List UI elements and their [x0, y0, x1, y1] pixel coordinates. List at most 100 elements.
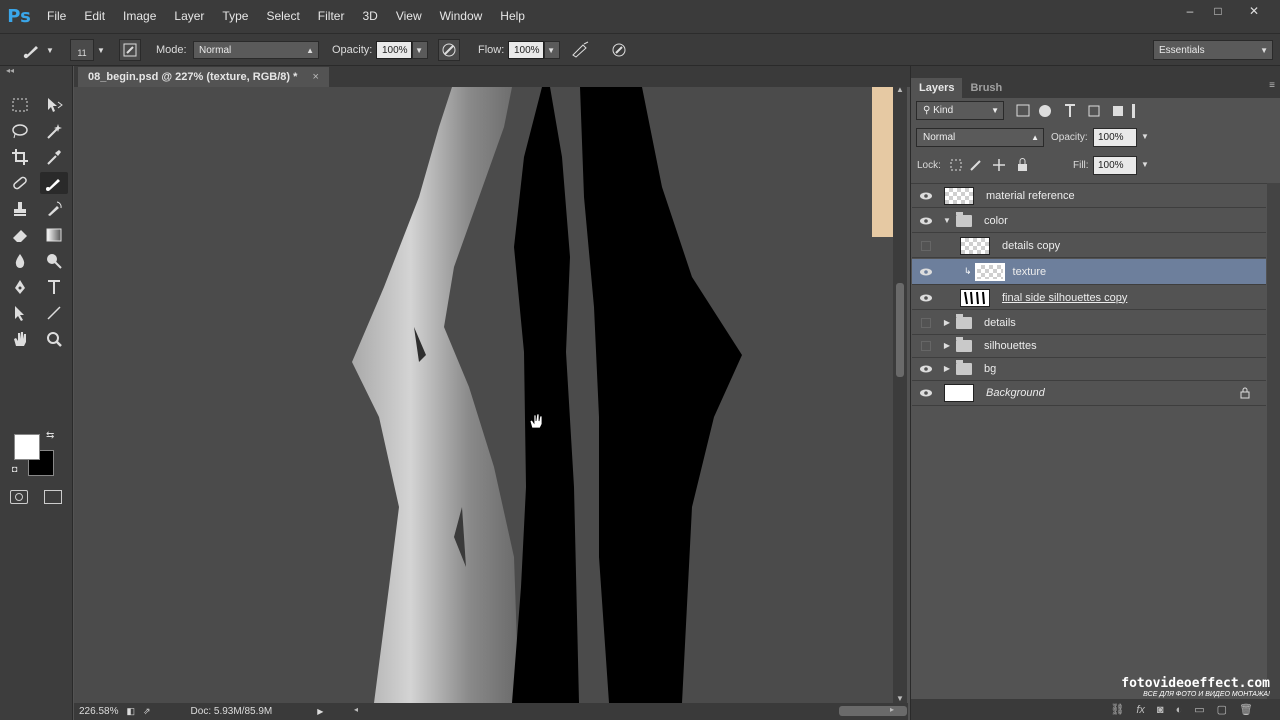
fill-input[interactable]: 100% [1093, 156, 1137, 175]
tool-preset-picker[interactable]: ▼ [22, 34, 54, 66]
flow-slider-toggle[interactable]: ▼ [544, 41, 560, 59]
group-expanded-icon[interactable]: ▼ [940, 216, 954, 225]
zoom-tool[interactable] [40, 328, 68, 350]
history-brush-tool[interactable] [40, 198, 68, 220]
menu-layer[interactable]: Layer [165, 0, 213, 33]
scroll-down-icon[interactable]: ▼ [896, 694, 904, 703]
quick-selection-tool[interactable] [40, 120, 68, 142]
layer-filter-dropdown[interactable]: ⚲ Kind ▼ [916, 101, 1004, 120]
horizontal-scroll-thumb[interactable] [839, 706, 907, 716]
visibility-toggle[interactable] [912, 364, 940, 374]
link-layers-icon[interactable]: ⛓ [1110, 703, 1124, 716]
menu-edit[interactable]: Edit [75, 0, 114, 33]
layer-row-texture[interactable]: ↳ texture [912, 259, 1266, 285]
path-selection-tool[interactable] [6, 302, 34, 324]
layer-row-material-reference[interactable]: material reference [912, 184, 1266, 208]
gradient-tool[interactable] [40, 224, 68, 246]
menu-help[interactable]: Help [491, 0, 534, 33]
layer-row-details[interactable]: ▶ details [912, 311, 1266, 335]
scroll-up-icon[interactable]: ▲ [896, 85, 904, 94]
crop-tool[interactable] [6, 146, 34, 168]
horizontal-scrollbar[interactable]: ◂ ▸ [354, 703, 907, 720]
eyedropper-tool[interactable] [40, 146, 68, 168]
chevron-down-icon[interactable]: ▼ [1141, 160, 1149, 169]
flow-input[interactable]: 100% [508, 41, 544, 59]
blend-mode-dropdown[interactable]: Normal ▲ [916, 128, 1044, 147]
collapse-icon[interactable]: ◂◂ [0, 66, 72, 76]
menu-file[interactable]: File [38, 0, 75, 33]
layer-row-final-side-silhouettes-copy[interactable]: final side silhouettes copy [912, 286, 1266, 310]
new-group-icon[interactable]: ▭ [1194, 703, 1204, 716]
quick-mask-icon[interactable] [10, 490, 28, 504]
pressure-size-toggle[interactable] [608, 39, 630, 61]
minimize-button[interactable]: – [1176, 0, 1204, 22]
group-collapsed-icon[interactable]: ▶ [940, 318, 954, 327]
marquee-tool[interactable] [6, 94, 34, 116]
mode-dropdown[interactable]: Normal ▲ [193, 41, 319, 59]
brush-size-picker[interactable]: 11 ▼ [70, 34, 105, 66]
layer-opacity-input[interactable]: 100% [1093, 128, 1137, 147]
visibility-toggle[interactable] [912, 317, 940, 328]
menu-type[interactable]: Type [213, 0, 257, 33]
swap-colors-icon[interactable]: ⇆ [46, 430, 54, 441]
menu-filter[interactable]: Filter [309, 0, 354, 33]
clone-stamp-tool[interactable] [6, 198, 34, 220]
status-options-icon[interactable]: ◧ [126, 706, 135, 717]
menu-select[interactable]: Select [257, 0, 308, 33]
move-tool[interactable] [40, 94, 68, 116]
group-collapsed-icon[interactable]: ▶ [940, 364, 954, 373]
menu-window[interactable]: Window [431, 0, 492, 33]
layer-row-bg[interactable]: ▶ bg [912, 357, 1266, 381]
document-tab[interactable]: 08_begin.psd @ 227% (texture, RGB/8) * × [78, 67, 329, 87]
healing-brush-tool[interactable] [6, 172, 34, 194]
chevron-down-icon[interactable]: ▼ [1141, 132, 1149, 141]
visibility-toggle[interactable] [912, 267, 940, 277]
scroll-right-icon[interactable]: ▸ [890, 705, 894, 714]
scroll-left-icon[interactable]: ◂ [354, 705, 358, 714]
type-tool[interactable] [40, 276, 68, 298]
maximize-button[interactable]: □ [1204, 0, 1232, 22]
status-menu-arrow-icon[interactable]: ▶ [317, 707, 323, 716]
menu-image[interactable]: Image [114, 0, 165, 33]
layers-scrollbar[interactable] [1267, 183, 1280, 699]
vertical-scroll-thumb[interactable] [896, 283, 904, 377]
line-tool[interactable] [40, 302, 68, 324]
eraser-tool[interactable] [6, 224, 34, 246]
visibility-toggle[interactable] [912, 388, 940, 398]
screen-mode-icon[interactable] [44, 490, 62, 504]
dodge-tool[interactable] [40, 250, 68, 272]
airbrush-icon[interactable] [570, 41, 590, 59]
vertical-scrollbar[interactable]: ▲ ▼ [893, 85, 907, 703]
delete-layer-icon[interactable]: 🗑 [1239, 703, 1253, 716]
adjustment-layer-icon[interactable]: ◐ [1176, 704, 1183, 716]
visibility-toggle[interactable] [912, 240, 940, 251]
lasso-tool[interactable] [6, 120, 34, 142]
visibility-toggle[interactable] [912, 191, 940, 201]
share-icon[interactable]: ⇗ [143, 706, 151, 717]
foreground-color-swatch[interactable] [14, 434, 40, 460]
pressure-opacity-toggle[interactable] [438, 39, 460, 61]
default-colors-icon[interactable]: ◘ [12, 464, 17, 474]
document-canvas[interactable] [74, 87, 893, 703]
layer-row-details-copy[interactable]: details copy [912, 234, 1266, 258]
workspace-switcher[interactable]: Essentials ▼ [1153, 40, 1273, 60]
new-layer-icon[interactable]: ▢ [1217, 703, 1227, 716]
panel-menu-icon[interactable]: ≡ [1269, 80, 1275, 91]
layer-row-color[interactable]: ▼ color [912, 209, 1266, 233]
brush-panel-toggle[interactable] [119, 39, 141, 61]
layer-row-silhouettes[interactable]: ▶ silhouettes [912, 334, 1266, 358]
add-mask-icon[interactable]: ◙ [1157, 704, 1164, 716]
visibility-toggle[interactable] [912, 340, 940, 351]
blur-tool[interactable] [6, 250, 34, 272]
opacity-input[interactable]: 100% [376, 41, 412, 59]
tab-layers[interactable]: Layers [911, 78, 963, 98]
pen-tool[interactable] [6, 276, 34, 298]
visibility-toggle[interactable] [912, 293, 940, 303]
close-window-button[interactable]: ✕ [1240, 0, 1268, 22]
opacity-slider-toggle[interactable]: ▼ [412, 41, 428, 59]
visibility-toggle[interactable] [912, 216, 940, 226]
lock-icons[interactable] [949, 158, 1029, 172]
zoom-level[interactable]: 226.58% [79, 706, 118, 717]
hand-tool[interactable] [6, 328, 34, 350]
group-collapsed-icon[interactable]: ▶ [940, 341, 954, 350]
